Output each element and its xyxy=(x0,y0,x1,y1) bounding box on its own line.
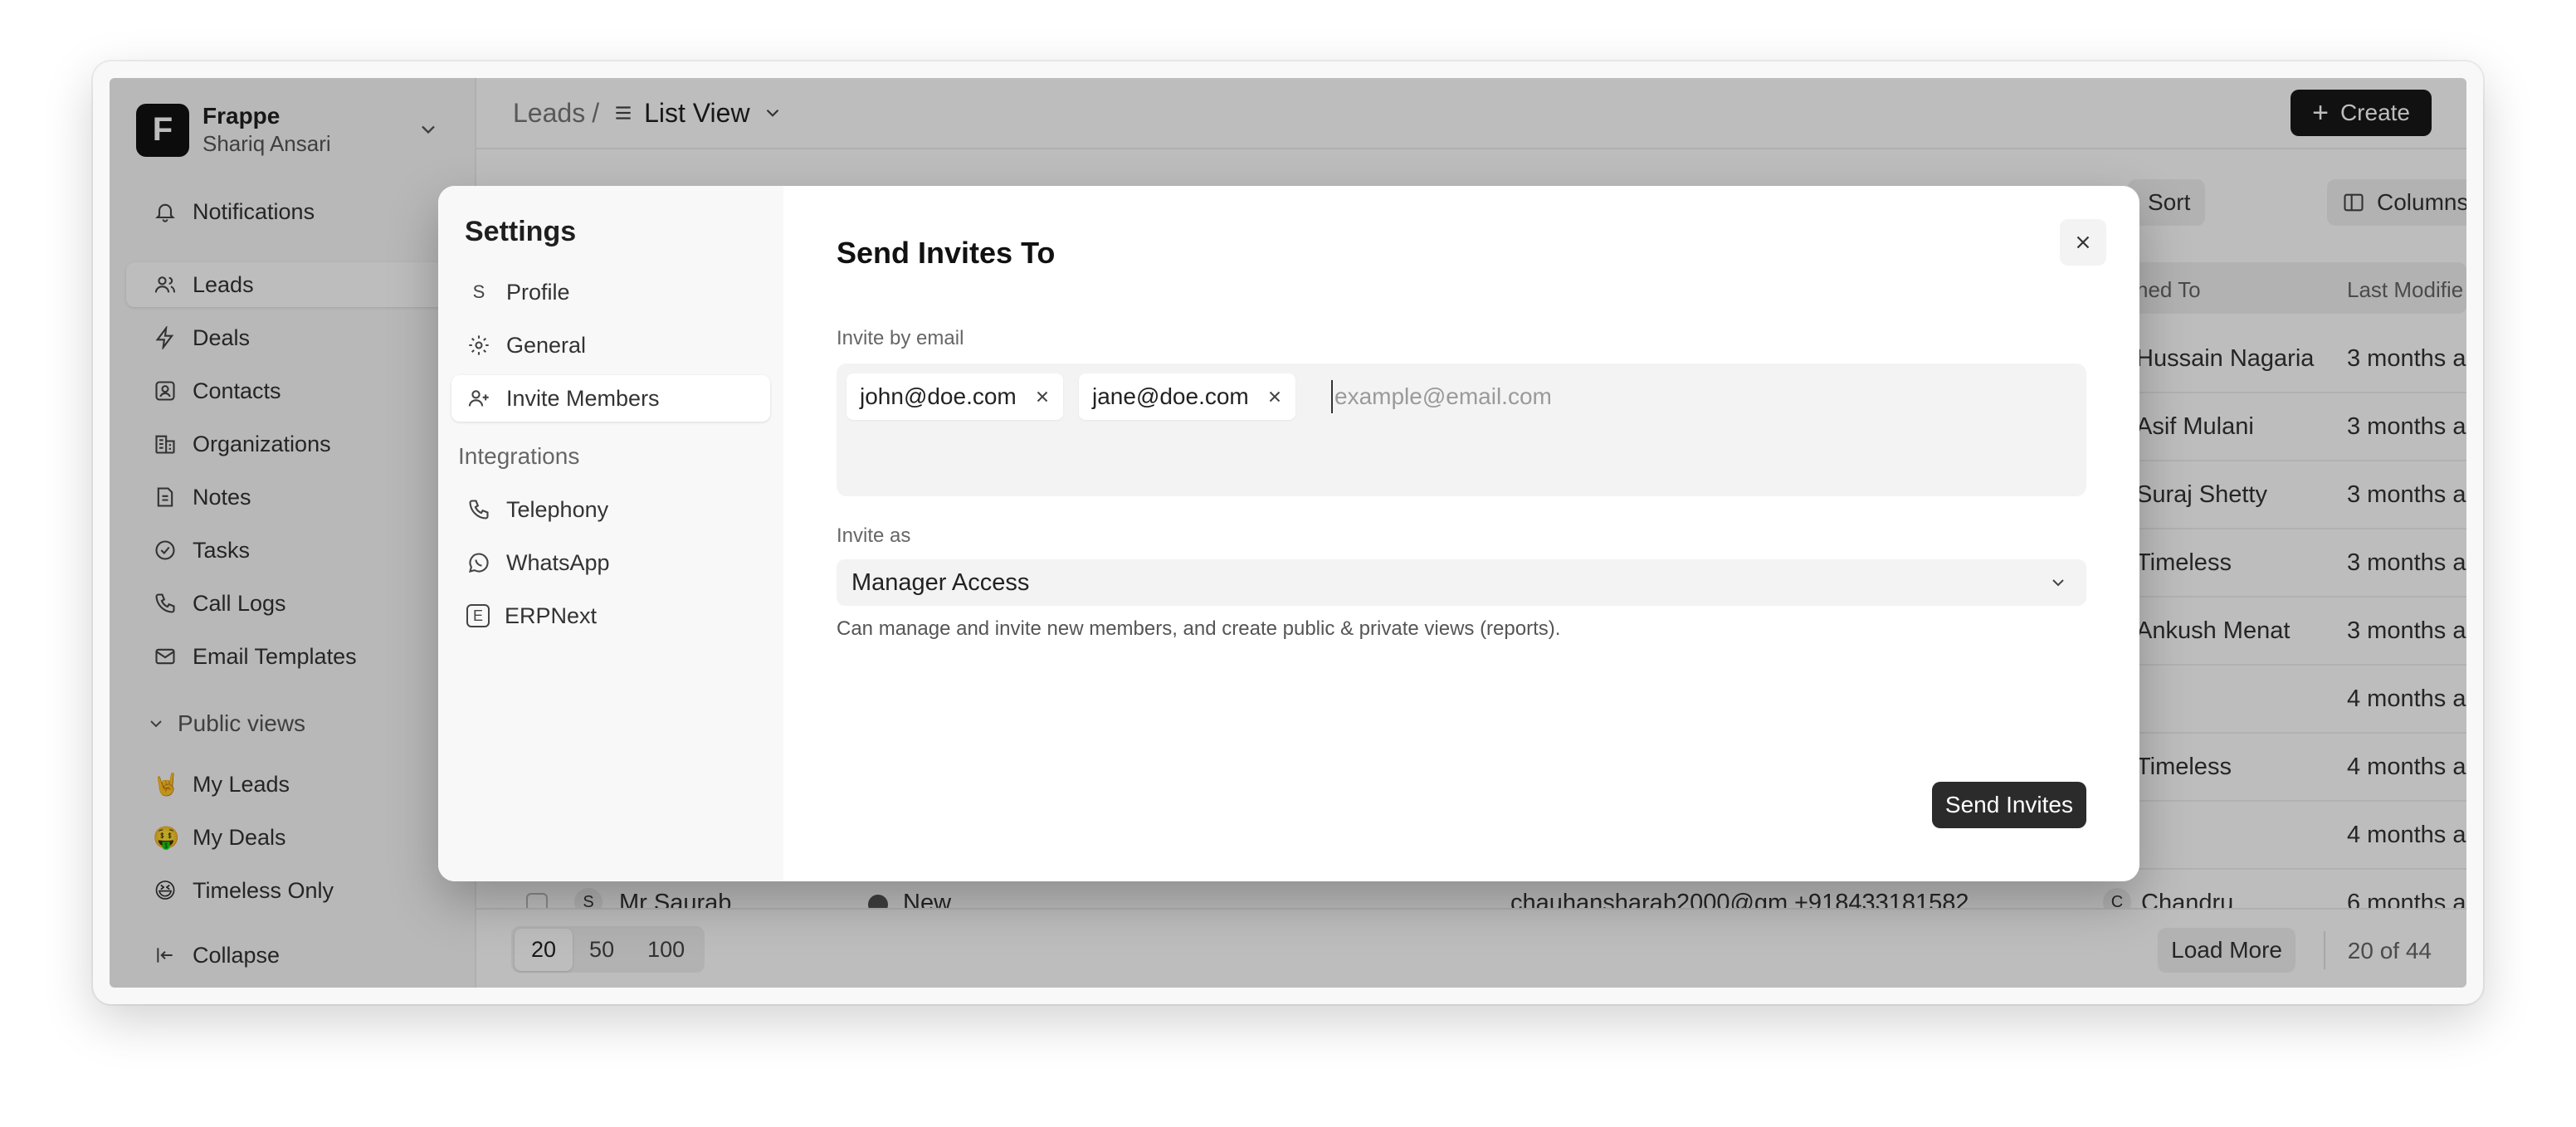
gear-icon xyxy=(466,333,491,358)
role-field-label: Invite as xyxy=(837,524,911,547)
profile-initial-icon: S xyxy=(472,281,485,302)
settings-item-label: General xyxy=(506,332,587,358)
email-chip-label: jane@doe.com xyxy=(1092,383,1249,409)
settings-item-profile[interactable]: S Profile xyxy=(451,269,770,315)
erpnext-letter: E xyxy=(472,607,483,624)
settings-item-label: Profile xyxy=(506,279,570,305)
close-button[interactable] xyxy=(2060,219,2106,266)
chevron-down-icon xyxy=(2052,579,2064,587)
email-chip-label: john@doe.com xyxy=(860,383,1017,409)
role-select-value: Manager Access xyxy=(851,568,1030,596)
settings-item-label: ERPNext xyxy=(505,603,598,628)
modal-heading: Send Invites To xyxy=(837,236,1056,270)
integrations-label: Integrations xyxy=(458,443,580,469)
role-select[interactable]: Manager Access xyxy=(837,559,2086,606)
invite-panel: Send Invites To Invite by email john@doe… xyxy=(783,186,2139,881)
remove-chip-icon[interactable] xyxy=(1266,388,1284,406)
settings-title: Settings xyxy=(465,216,577,247)
email-field[interactable]: john@doe.com jane@doe.com xyxy=(837,363,2086,496)
settings-item-general[interactable]: General xyxy=(451,322,770,368)
user-plus-icon xyxy=(466,386,491,411)
email-chip: jane@doe.com xyxy=(1079,373,1295,420)
erpnext-icon: E xyxy=(466,604,490,627)
settings-item-label: Invite Members xyxy=(506,385,660,411)
phone-icon xyxy=(466,497,491,522)
send-invites-button[interactable]: Send Invites xyxy=(1931,782,2086,828)
settings-item-whatsapp[interactable]: WhatsApp xyxy=(451,539,770,586)
settings-item-erpnext[interactable]: E ERPNext xyxy=(451,593,770,639)
settings-item-label: WhatsApp xyxy=(506,549,610,575)
email-field-label: Invite by email xyxy=(837,327,964,349)
settings-item-invite-members[interactable]: Invite Members xyxy=(451,375,770,422)
email-chip: john@doe.com xyxy=(846,373,1063,420)
close-icon xyxy=(2076,236,2090,249)
settings-sidebar: Settings S Profile General Invite Member… xyxy=(438,186,783,881)
remove-chip-icon[interactable] xyxy=(1033,388,1051,406)
role-helper-text: Can manage and invite new members, and c… xyxy=(837,617,1561,640)
whatsapp-icon xyxy=(466,550,491,575)
email-input[interactable] xyxy=(1331,380,2045,413)
settings-item-label: Telephony xyxy=(506,496,609,522)
settings-modal: Settings S Profile General Invite Member… xyxy=(438,186,2139,881)
settings-item-telephony[interactable]: Telephony xyxy=(451,486,770,533)
